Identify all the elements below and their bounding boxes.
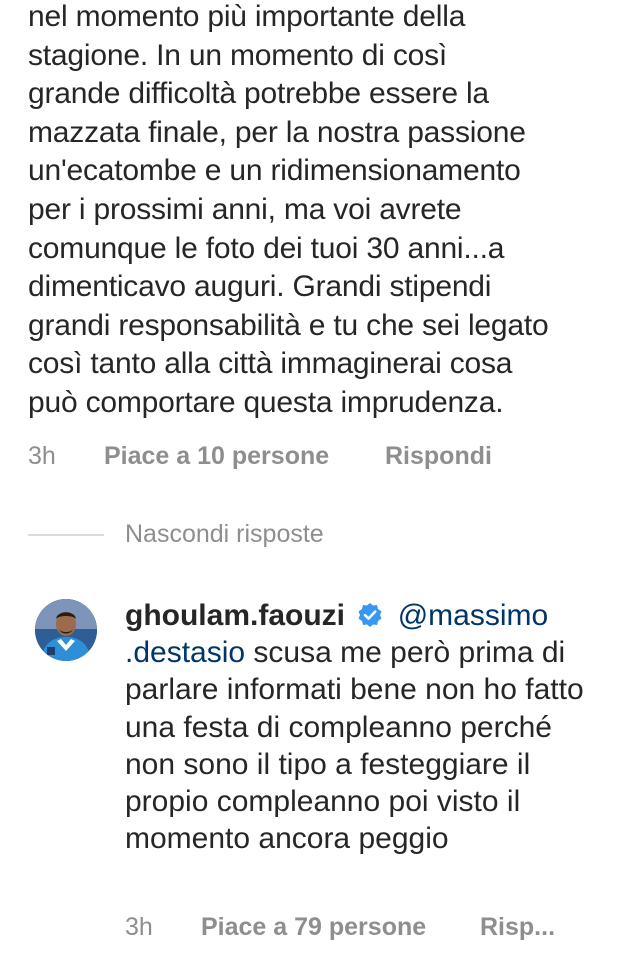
reply-username[interactable]: ghoulam.faouzi <box>125 599 345 632</box>
reply-reply-button[interactable]: Risp... <box>480 913 555 942</box>
verified-badge-icon <box>358 603 382 627</box>
reply-comment: ghoulam.faouzi @massimo .destasio scusa … <box>125 597 605 857</box>
comment-timestamp: 3h <box>28 442 56 470</box>
reply-meta-row: 3h Piace a 79 persone Risp... <box>125 913 555 942</box>
avatar-image <box>35 599 97 661</box>
comment-text: nel momento più importante della stagion… <box>28 0 549 419</box>
comment-meta-row: 3h Piace a 10 persone Rispondi <box>28 442 492 471</box>
reply-timestamp: 3h <box>125 913 153 941</box>
hide-replies-toggle[interactable]: Nascondi risposte <box>28 520 324 549</box>
hide-replies-divider <box>28 533 104 536</box>
reply-likes-link[interactable]: Piace a 79 persone <box>201 913 426 942</box>
hide-replies-label: Nascondi risposte <box>125 520 324 548</box>
comment-likes-link[interactable]: Piace a 10 persone <box>104 442 329 471</box>
comment-reply-button[interactable]: Rispondi <box>385 442 492 471</box>
avatar[interactable] <box>35 599 97 661</box>
